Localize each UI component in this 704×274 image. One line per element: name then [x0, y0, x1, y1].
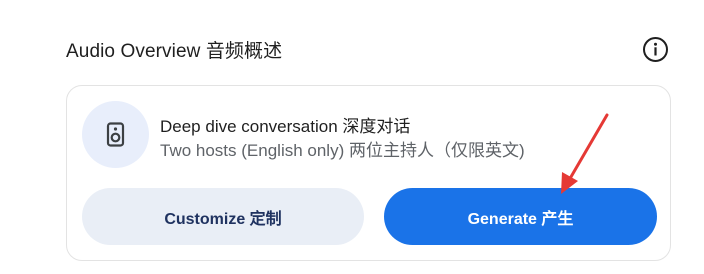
info-icon[interactable]: [642, 36, 669, 63]
deep-dive-card: Deep dive conversation 深度对话 Two hosts (E…: [66, 85, 671, 261]
section-title: Audio Overview 音频概述: [66, 41, 283, 62]
generate-button[interactable]: Generate 产生: [384, 188, 657, 245]
item-subtitle: Two hosts (English only) 两位主持人（仅限英文): [160, 141, 525, 160]
speaker-icon: [106, 122, 125, 147]
speaker-icon-container: [82, 101, 149, 168]
audio-overview-panel: Audio Overview 音频概述 Deep dive conversati…: [0, 0, 704, 274]
item-title: Deep dive conversation 深度对话: [160, 117, 411, 136]
customize-button[interactable]: Customize 定制: [82, 188, 364, 245]
